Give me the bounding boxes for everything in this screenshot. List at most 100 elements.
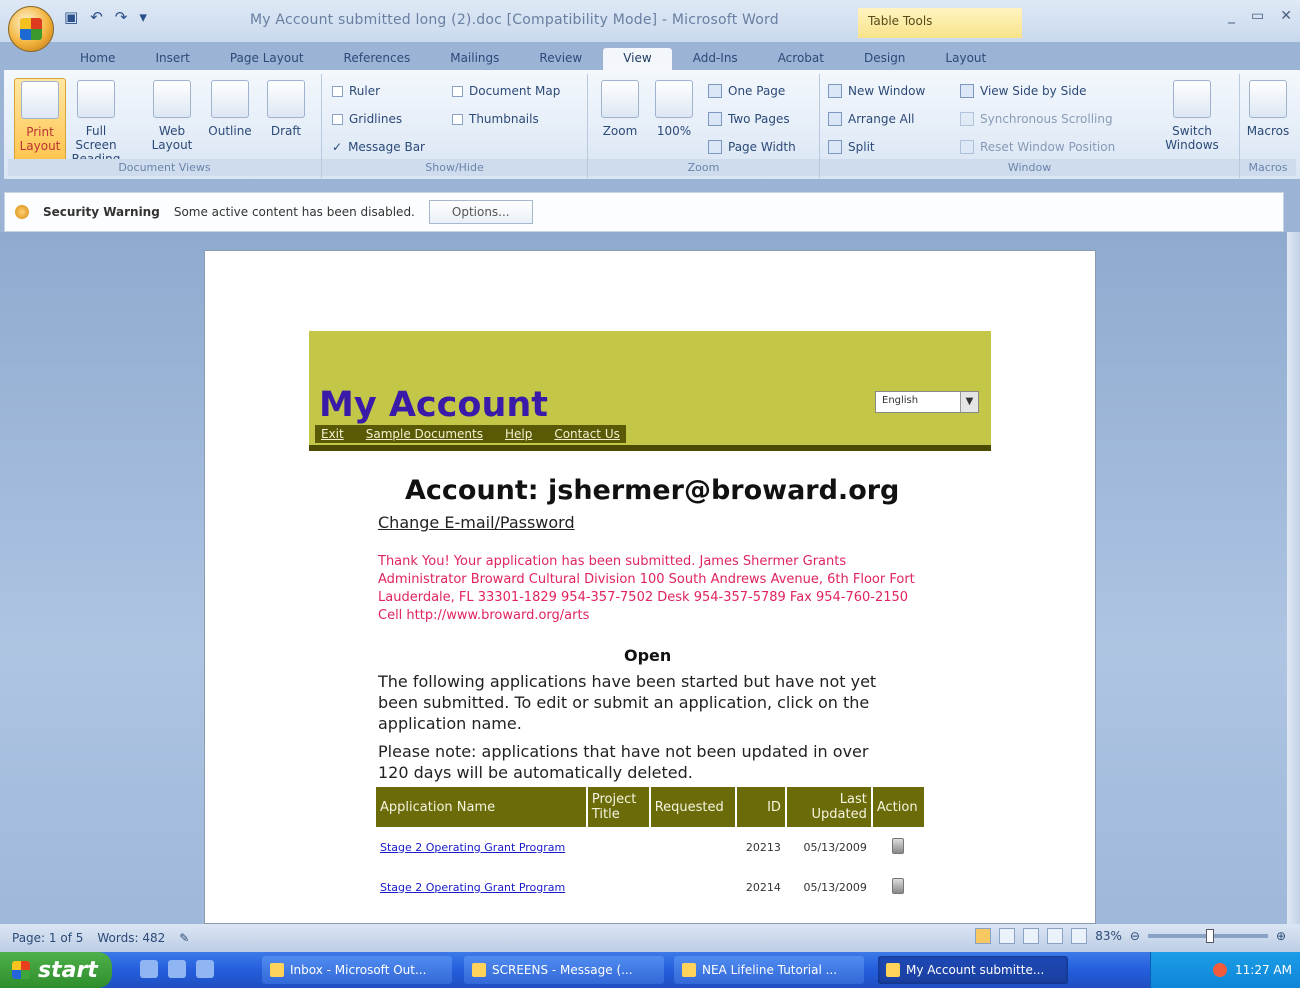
windows-flag-icon <box>12 961 30 979</box>
menu-exit-link[interactable]: Exit <box>321 427 344 441</box>
outline-icon <box>211 80 249 118</box>
outlook-icon[interactable] <box>168 960 186 978</box>
full-screen-view-icon[interactable] <box>999 928 1016 944</box>
maximize-button[interactable]: ▭ <box>1251 8 1264 24</box>
language-select[interactable]: English ▼ <box>875 391 979 413</box>
task-screens[interactable]: SCREENS - Message (... <box>464 956 664 984</box>
zoom-slider-thumb[interactable] <box>1205 929 1214 943</box>
group-window: New Window Arrange All Split View Side b… <box>820 74 1240 178</box>
gridlines-checkbox[interactable]: Gridlines <box>332 112 402 126</box>
one-page-button[interactable]: One Page <box>708 84 785 98</box>
tab-review[interactable]: Review <box>519 48 602 70</box>
proofing-icon[interactable]: ✎ <box>179 931 189 945</box>
change-email-password-link[interactable]: Change E-mail/Password <box>378 513 575 532</box>
delete-icon[interactable] <box>892 877 905 894</box>
col-application-name: Application Name <box>376 787 586 827</box>
draft-button[interactable]: Draft <box>260 78 312 138</box>
zoom-100-button[interactable]: 100% <box>648 78 700 138</box>
task-my-account[interactable]: My Account submitte... <box>878 956 1068 984</box>
undo-icon[interactable]: ↶ <box>90 8 103 26</box>
print-layout-button[interactable]: Print Layout <box>14 78 66 162</box>
menu-help-link[interactable]: Help <box>505 427 532 441</box>
zoom-label: Zoom <box>588 159 819 176</box>
delete-icon[interactable] <box>892 837 905 854</box>
page-title: My Account <box>319 385 549 425</box>
zoom-button[interactable]: Zoom <box>594 78 646 138</box>
message-bar-checkbox[interactable]: ✓ Message Bar <box>332 140 425 154</box>
desktop-icon[interactable] <box>196 960 214 978</box>
tab-home[interactable]: Home <box>60 48 135 70</box>
reset-window-position-button[interactable]: Reset Window Position <box>960 140 1115 154</box>
chevron-down-icon: ▼ <box>960 392 978 412</box>
shield-icon <box>15 205 29 219</box>
col-project-title: Project Title <box>587 787 649 827</box>
vertical-scrollbar[interactable] <box>1287 232 1300 924</box>
save-icon[interactable]: ▣ <box>64 8 78 26</box>
print-layout-icon <box>21 81 59 119</box>
page-count[interactable]: Page: 1 of 5 <box>12 931 83 945</box>
ruler-checkbox[interactable]: Ruler <box>332 84 380 98</box>
full-screen-reading-button[interactable]: Full Screen Reading <box>70 78 122 166</box>
group-show-hide: Ruler Gridlines ✓ Message Bar Document Ma… <box>322 74 588 178</box>
tab-design[interactable]: Design <box>844 48 925 70</box>
tab-acrobat[interactable]: Acrobat <box>758 48 844 70</box>
draft-view-icon[interactable] <box>1071 928 1088 944</box>
start-button[interactable]: start <box>0 952 112 988</box>
site-menu: Exit Sample Documents Help Contact Us <box>315 425 626 443</box>
menu-sample-documents-link[interactable]: Sample Documents <box>366 427 483 441</box>
task-nea-lifeline[interactable]: NEA Lifeline Tutorial ... <box>674 956 864 984</box>
minimize-button[interactable]: _ <box>1228 8 1235 24</box>
macros-button[interactable]: Macros <box>1242 78 1294 138</box>
zoom-level[interactable]: 83% <box>1095 929 1122 943</box>
quick-access-toolbar: ▣ ↶ ↷ ▾ <box>64 8 147 26</box>
message-icon <box>472 963 486 977</box>
zoom-out-icon[interactable]: ⊖ <box>1130 929 1140 943</box>
synchronous-scrolling-button[interactable]: Synchronous Scrolling <box>960 112 1113 126</box>
tab-insert[interactable]: Insert <box>135 48 209 70</box>
menu-contact-us-link[interactable]: Contact Us <box>554 427 620 441</box>
outline-button[interactable]: Outline <box>204 78 256 138</box>
switch-windows-button[interactable]: Switch Windows <box>1156 78 1228 152</box>
application-link[interactable]: Stage 2 Operating Grant Program <box>380 881 565 894</box>
zoom-slider[interactable] <box>1147 929 1268 943</box>
applications-table: Application Name Project Title Requested… <box>374 787 926 907</box>
document-map-checkbox[interactable]: Document Map <box>452 84 560 98</box>
redo-icon[interactable]: ↷ <box>115 8 128 26</box>
thumbnails-checkbox[interactable]: Thumbnails <box>452 112 539 126</box>
tab-view[interactable]: View <box>602 47 673 70</box>
document-page[interactable]: My Account English ▼ Exit Sample Documen… <box>204 250 1096 924</box>
col-id: ID <box>736 787 785 827</box>
window-title: My Account submitted long (2).doc [Compa… <box>250 12 779 28</box>
view-side-by-side-button[interactable]: View Side by Side <box>960 84 1087 98</box>
close-button[interactable]: ✕ <box>1280 8 1292 24</box>
two-pages-button[interactable]: Two Pages <box>708 112 790 126</box>
zoom-in-icon[interactable]: ⊕ <box>1276 929 1286 943</box>
application-link[interactable]: Stage 2 Operating Grant Program <box>380 841 565 854</box>
security-warning-bar: Security Warning Some active content has… <box>4 192 1284 232</box>
id-cell: 20213 <box>745 840 781 854</box>
tab-layout[interactable]: Layout <box>925 48 1006 70</box>
ie-icon[interactable] <box>140 960 158 978</box>
options-button[interactable]: Options... <box>428 200 533 224</box>
table-row: Stage 2 Operating Grant Program 20214 05… <box>376 867 924 907</box>
window-label: Window <box>820 159 1239 176</box>
customize-qat-icon[interactable]: ▾ <box>139 8 147 26</box>
word-count[interactable]: Words: 482 <box>97 931 165 945</box>
clock[interactable]: 11:27 AM <box>1235 963 1292 977</box>
tray-icon[interactable] <box>1213 963 1228 977</box>
page-width-button[interactable]: Page Width <box>708 140 796 154</box>
tab-add-ins[interactable]: Add-Ins <box>673 48 758 70</box>
arrange-all-button[interactable]: Arrange All <box>828 112 915 126</box>
tab-page-layout[interactable]: Page Layout <box>210 48 324 70</box>
print-layout-view-icon[interactable] <box>975 928 992 944</box>
new-window-button[interactable]: New Window <box>828 84 925 98</box>
task-inbox[interactable]: Inbox - Microsoft Out... <box>262 956 452 984</box>
status-bar: Page: 1 of 5 Words: 482 ✎ 83% ⊖ ⊕ <box>0 924 1300 952</box>
web-layout-button[interactable]: Web Layout <box>146 78 198 152</box>
office-button[interactable] <box>8 6 54 52</box>
split-button[interactable]: Split <box>828 140 875 154</box>
outline-view-icon[interactable] <box>1047 928 1064 944</box>
tab-mailings[interactable]: Mailings <box>430 48 519 70</box>
tab-references[interactable]: References <box>324 48 431 70</box>
web-layout-view-icon[interactable] <box>1023 928 1040 944</box>
